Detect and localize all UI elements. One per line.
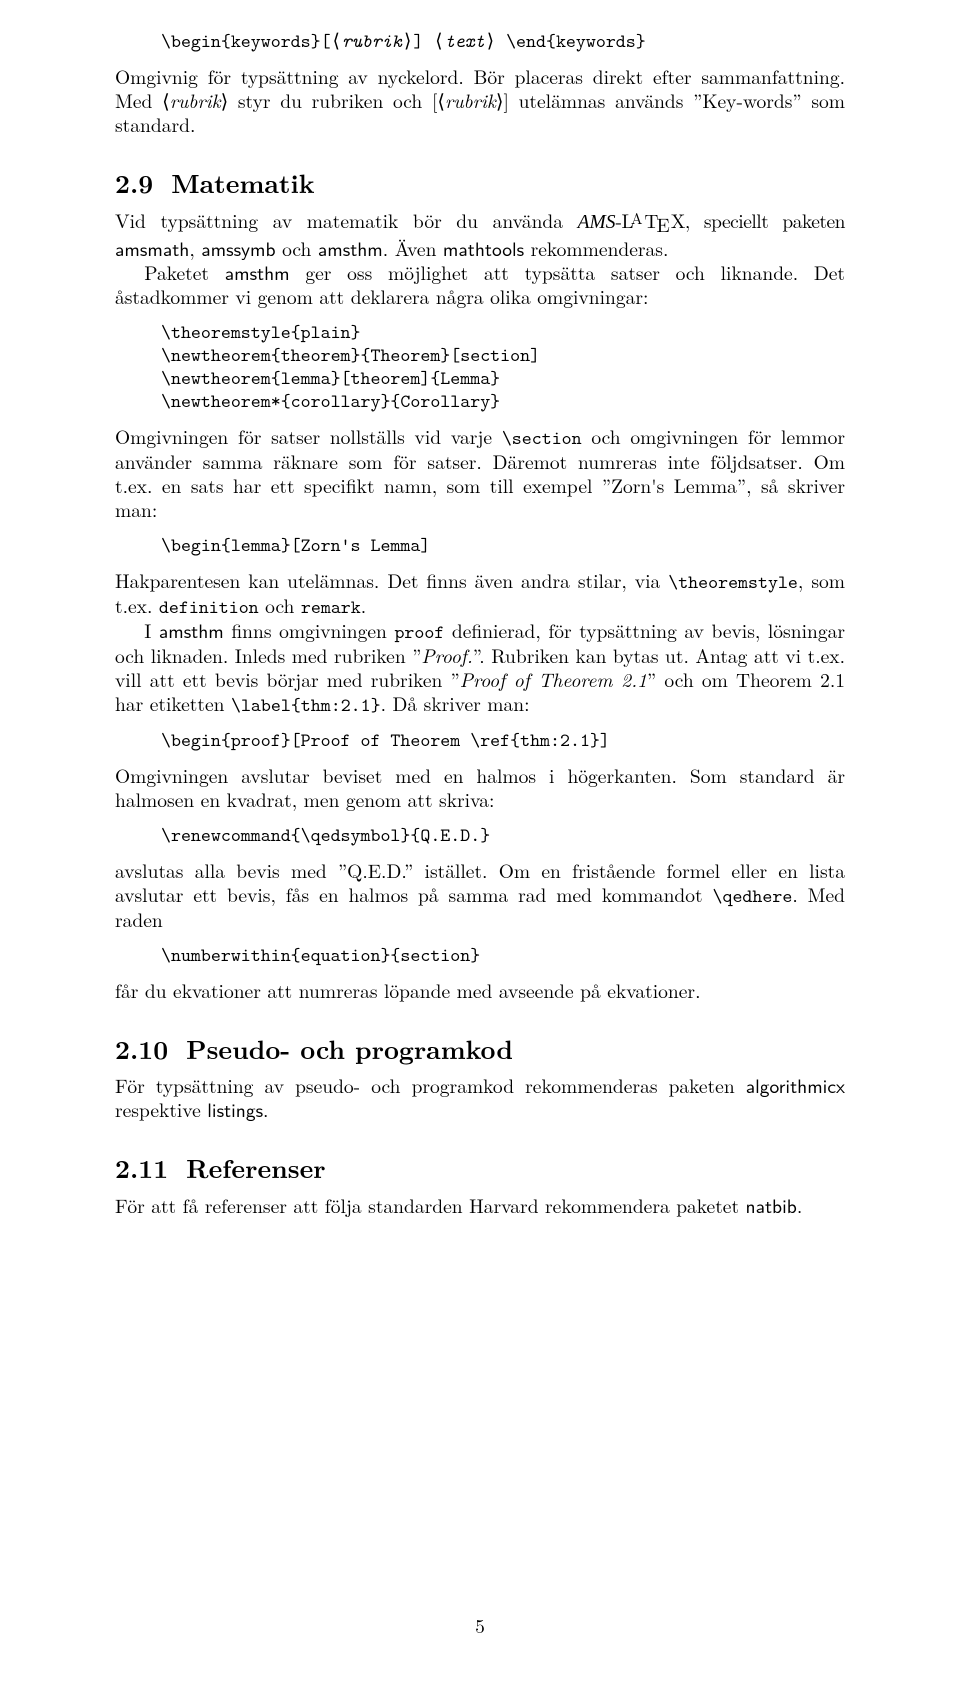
proof-example-code: \begin{proof}[Proof of Theorem \ref{thm:…	[161, 729, 845, 752]
page-number: 5	[0, 1614, 960, 1638]
theorem-decl-code: \theoremstyle{plain} \newtheorem{theorem…	[161, 321, 845, 414]
sec29-para8: får du ekvationer att numreras löpande m…	[115, 979, 845, 1003]
sec29-para1: Vid typsättning av matematik bör du anvä…	[115, 208, 845, 261]
sec29-para7: avslutas alla bevis med ”Q.E.D.” iställe…	[115, 859, 845, 932]
section-2.11-heading: 2.11Referenser	[115, 1152, 845, 1184]
sec211-para: För att få referenser att följa standard…	[115, 1194, 845, 1218]
numberwithin-code: \numberwithin{equation}{section}	[161, 944, 845, 967]
section-2.10-heading: 2.10Pseudo- och programkod	[115, 1033, 845, 1065]
section-2.9-heading: 2.9Matematik	[115, 167, 845, 199]
sec29-para2: Paketet amsthm ger oss möjlighet att typ…	[115, 261, 845, 309]
sec29-para5: I amsthm finns omgivningen proof definie…	[115, 619, 845, 717]
sec29-para4: Hakparentesen kan utelämnas. Det finns ä…	[115, 569, 845, 619]
sec29-para6: Omgivningen avslutar beviset med en halm…	[115, 764, 845, 812]
sec29-para3: Omgivningen för satser nollställs vid va…	[115, 425, 845, 522]
document-page: \begin{keywords}[⟨rubrik⟩] ⟨text⟩ \end{k…	[0, 0, 960, 1692]
keywords-syntax-block: \begin{keywords}[⟨rubrik⟩] ⟨text⟩ \end{k…	[161, 30, 845, 53]
lemma-example-code: \begin{lemma}[Zorn's Lemma]	[161, 534, 845, 557]
sec210-para: För typsättning av pseudo- och programko…	[115, 1074, 845, 1122]
qedsymbol-code: \renewcommand{\qedsymbol}{Q.E.D.}	[161, 824, 845, 847]
keywords-description: Omgivnig för typsättning av nyckelord. B…	[115, 65, 845, 136]
